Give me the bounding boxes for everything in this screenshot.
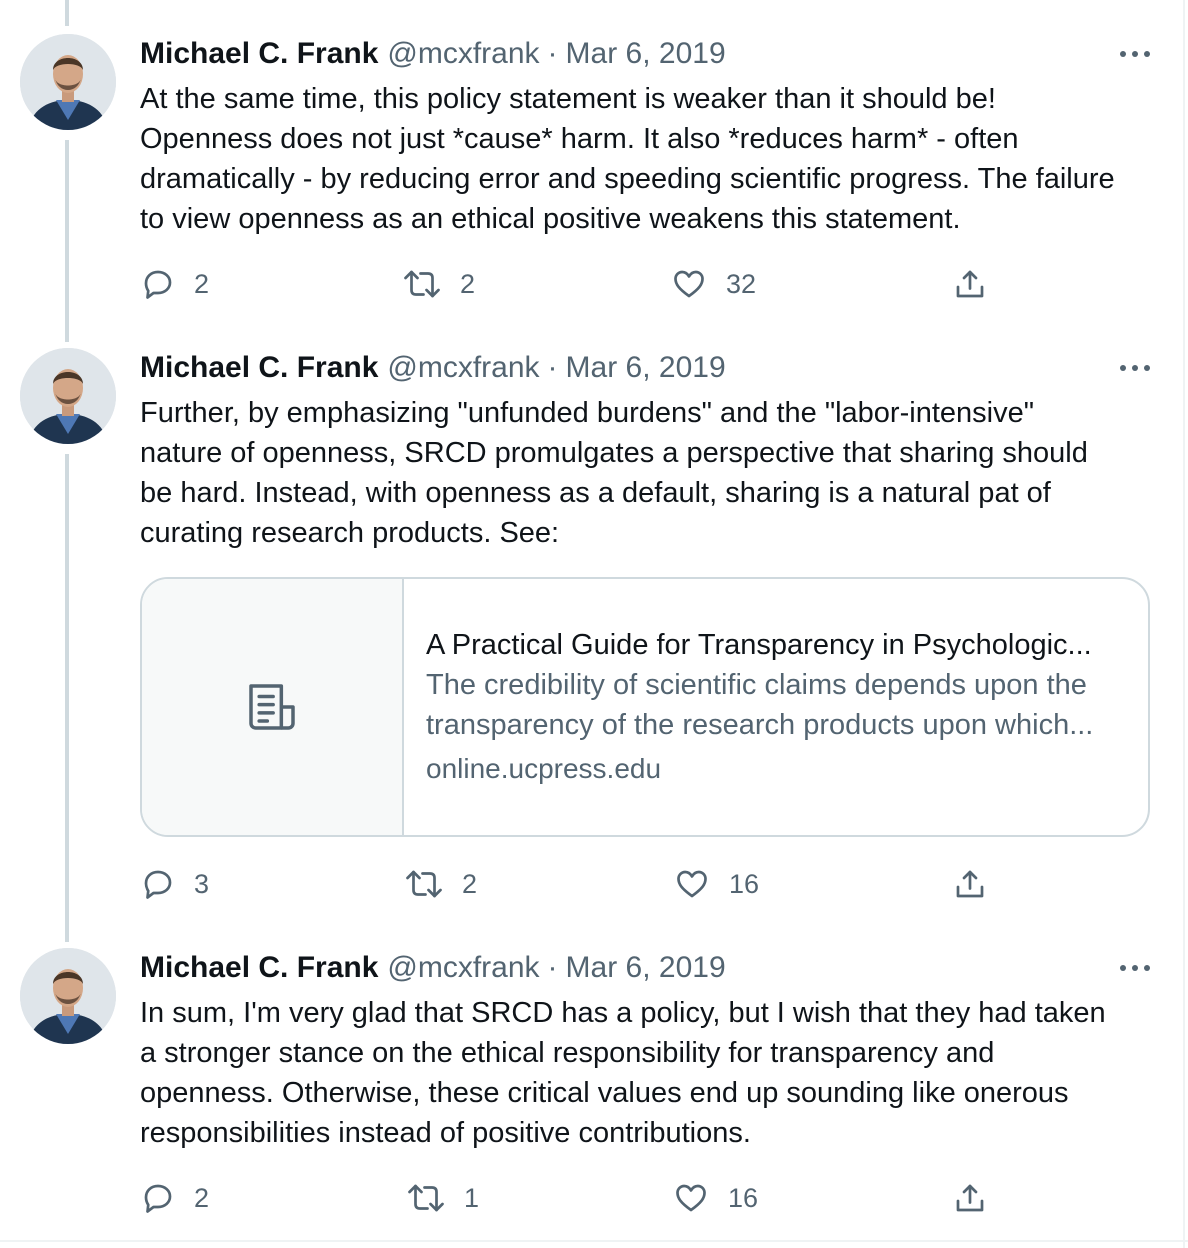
tweet-text-line: a stronger stance on the ethical respons…: [140, 1037, 995, 1069]
like-button[interactable]: 16: [673, 864, 759, 904]
more-dots-icon: [1120, 365, 1150, 371]
like-count: 16: [729, 868, 760, 899]
tweet-text-line: At the same time, this policy statement …: [140, 83, 996, 115]
author-handle[interactable]: @mcxfrank: [387, 951, 539, 985]
share-icon: [956, 870, 984, 898]
tweet-text-line: be hard. Instead, with openness as a def…: [140, 477, 1051, 509]
link-card-description-line: transparency of the research products up…: [426, 709, 1094, 741]
share-button[interactable]: [952, 264, 988, 304]
avatar[interactable]: [20, 348, 116, 444]
column-border: [1183, 0, 1185, 1248]
reply-icon: [144, 1184, 172, 1213]
link-card-description: The credibility of scientific claims dep…: [426, 665, 1124, 745]
tweet-text-line: responsibilities instead of positive con…: [140, 1117, 751, 1149]
like-count: 16: [728, 1182, 759, 1213]
reply-icon: [144, 270, 172, 299]
author-handle[interactable]: @mcxfrank: [387, 351, 539, 385]
tweet-text: In sum, I'm very glad that SRCD has a po…: [140, 993, 1170, 1153]
reply-button[interactable]: 2: [140, 264, 209, 304]
separator-dot: ·: [547, 351, 558, 384]
more-button[interactable]: [1115, 953, 1155, 983]
author-name[interactable]: Michael C. Frank: [140, 37, 378, 71]
link-card-thumbnail: [142, 579, 404, 835]
reply-button[interactable]: 3: [140, 864, 209, 904]
tweet-text-line: to view openness as an ethical positive …: [140, 203, 961, 235]
avatar[interactable]: [20, 948, 116, 1044]
column-bottom-border: [0, 1240, 1188, 1242]
reply-count: 2: [194, 1182, 210, 1213]
more-button[interactable]: [1115, 39, 1155, 69]
retweet-count: 2: [462, 868, 478, 899]
retweet-button[interactable]: 1: [406, 1178, 479, 1218]
tweet[interactable]: Michael C. Frank @mcxfrank · Mar 6, 2019…: [0, 920, 1183, 1238]
share-button[interactable]: [952, 864, 988, 904]
tweet-text: Further, by emphasizing "unfunded burden…: [140, 393, 1170, 553]
article-icon: [249, 684, 295, 730]
tweet[interactable]: Michael C. Frank @mcxfrank · Mar 6, 2019…: [0, 320, 1183, 920]
reply-count: 2: [194, 268, 210, 299]
link-card-title: A Practical Guide for Transparency in Ps…: [426, 629, 1092, 661]
link-card-body: A Practical Guide for Transparency in Ps…: [426, 625, 1124, 789]
share-button[interactable]: [952, 1178, 988, 1218]
avatar-image: [20, 34, 116, 130]
more-button[interactable]: [1115, 353, 1155, 383]
reply-button[interactable]: 2: [140, 1178, 209, 1218]
heart-icon: [677, 870, 707, 898]
retweet-icon: [408, 1184, 444, 1212]
like-count: 32: [726, 268, 757, 299]
tweet-text-line: curating research products. See:: [140, 517, 560, 549]
author-handle[interactable]: @mcxfrank: [387, 37, 539, 71]
link-card-domain: online.ucpress.edu: [426, 753, 662, 784]
tweet-header: Michael C. Frank @mcxfrank · Mar 6, 2019: [140, 34, 1153, 74]
tweet-text-line: Openness does not just *cause* harm. It …: [140, 123, 1019, 155]
like-button[interactable]: 16: [672, 1178, 758, 1218]
avatar[interactable]: [20, 34, 116, 130]
reply-icon: [144, 870, 172, 899]
link-card[interactable]: A Practical Guide for Transparency in Ps…: [140, 577, 1150, 837]
tweet[interactable]: Michael C. Frank @mcxfrank · Mar 6, 2019…: [0, 0, 1183, 320]
tweet-actions: 2 1 16: [140, 1178, 1020, 1218]
author-name[interactable]: Michael C. Frank: [140, 951, 378, 985]
heart-icon: [674, 270, 704, 298]
retweet-icon: [406, 870, 442, 898]
share-icon: [956, 270, 984, 298]
tweet-text-line: openness. Otherwise, these critical valu…: [140, 1077, 1069, 1109]
tweet-header: Michael C. Frank @mcxfrank · Mar 6, 2019: [140, 948, 1153, 988]
retweet-button[interactable]: 2: [404, 864, 477, 904]
tweet-date[interactable]: Mar 6, 2019: [566, 951, 726, 985]
share-icon: [956, 1184, 984, 1212]
heart-icon: [676, 1184, 706, 1212]
avatar-image: [20, 948, 116, 1044]
reply-count: 3: [194, 868, 210, 899]
tweet-text-line: nature of openness, SRCD promulgates a p…: [140, 437, 1088, 469]
separator-dot: ·: [547, 951, 558, 984]
retweet-count: 1: [464, 1182, 480, 1213]
link-card-description-line: The credibility of scientific claims dep…: [426, 669, 1087, 701]
retweet-icon: [404, 270, 440, 298]
tweet-header: Michael C. Frank @mcxfrank · Mar 6, 2019: [140, 348, 1153, 388]
tweet-date[interactable]: Mar 6, 2019: [566, 351, 726, 385]
avatar-image: [20, 348, 116, 444]
separator-dot: ·: [547, 37, 558, 70]
tweet-text-line: Further, by emphasizing "unfunded burden…: [140, 397, 1035, 429]
more-dots-icon: [1120, 51, 1150, 57]
tweet-text: At the same time, this policy statement …: [140, 79, 1170, 239]
author-name[interactable]: Michael C. Frank: [140, 351, 378, 385]
retweet-count: 2: [460, 268, 476, 299]
tweet-actions: 2 2 32: [140, 264, 1020, 304]
like-button[interactable]: 32: [670, 264, 756, 304]
more-dots-icon: [1120, 965, 1150, 971]
tweet-text-line: dramatically - by reducing error and spe…: [140, 163, 1115, 195]
tweet-actions: 3 2 16: [140, 864, 1020, 904]
tweet-text-line: In sum, I'm very glad that SRCD has a po…: [140, 997, 1106, 1029]
retweet-button[interactable]: 2: [402, 264, 475, 304]
tweet-date[interactable]: Mar 6, 2019: [566, 37, 726, 71]
